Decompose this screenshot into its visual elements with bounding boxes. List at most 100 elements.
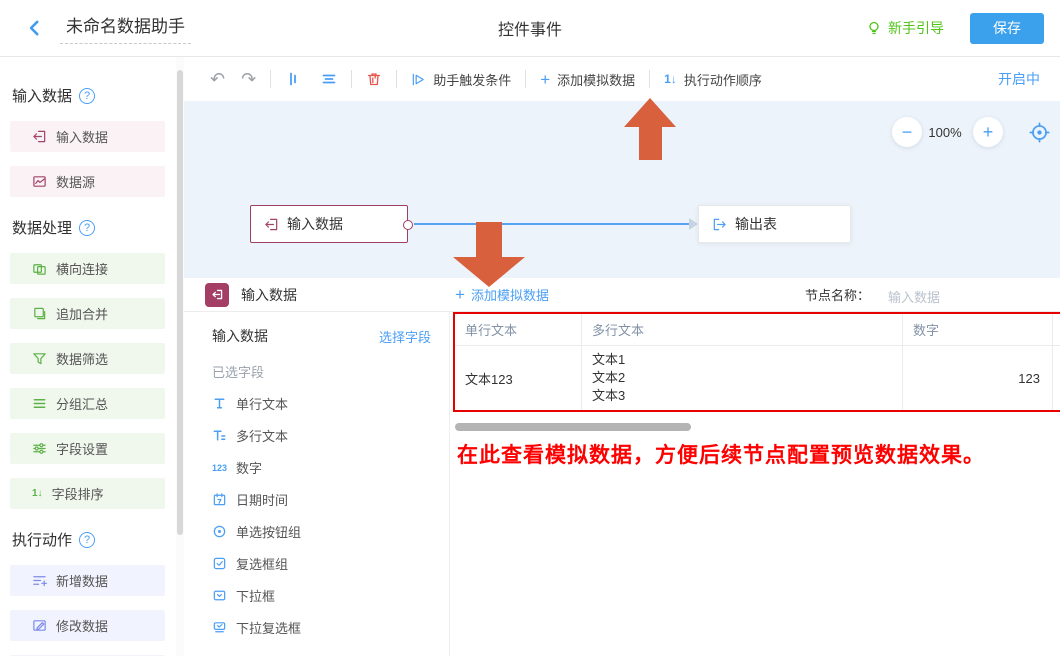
- node-output-table[interactable]: 输出表: [698, 205, 851, 243]
- table-header-row: 单行文本 多行文本 数字: [455, 314, 1060, 346]
- column-header: 单行文本: [455, 314, 582, 345]
- field-label: 复选框组: [236, 554, 288, 573]
- zoom-out-button[interactable]: −: [892, 117, 922, 147]
- field-sort-icon: 1↓: [32, 488, 43, 499]
- node-name-label: 节点名称：: [805, 285, 870, 304]
- input-data-icon: [32, 129, 47, 144]
- beginner-guide-link[interactable]: 新手引导: [866, 18, 944, 38]
- action-order-button[interactable]: 1↓ 执行动作顺序: [664, 70, 762, 89]
- field-label: 单行文本: [236, 394, 288, 413]
- plus-icon: +: [455, 286, 465, 303]
- node-config-header: 输入数据 + 添加模拟数据 节点名称：: [184, 278, 1060, 312]
- output-port[interactable]: [403, 220, 413, 230]
- cell-empty: [1053, 346, 1060, 410]
- sidebar-item-label: 字段设置: [56, 439, 108, 458]
- help-icon[interactable]: ?: [79, 532, 95, 548]
- add-mock-data-label: 添加模拟数据: [557, 70, 635, 89]
- column-header: [1053, 314, 1060, 345]
- tutorial-annotation-text: 在此查看模拟数据，方便后续节点配置预览数据效果。: [457, 439, 985, 469]
- flow-toolbar: ↶ ↷ 助手触发条件 + 添加模拟数据 1↓ 执行动作顺序 开启中: [184, 57, 1060, 101]
- field-item-checkbox-group[interactable]: 复选框组: [212, 554, 431, 573]
- sidebar-item-field-sort[interactable]: 1↓ 字段排序: [10, 478, 165, 509]
- align-vertical-icon[interactable]: [285, 71, 301, 87]
- back-chevron-icon[interactable]: [26, 19, 44, 37]
- toolbar-divider: [351, 70, 352, 88]
- sidebar-item-label: 数据筛选: [56, 349, 108, 368]
- add-mock-data-link-label: 添加模拟数据: [471, 285, 549, 304]
- zoom-level: 100%: [924, 125, 966, 140]
- data-source-icon: [32, 174, 47, 189]
- toolbar-divider: [525, 70, 526, 88]
- mock-data-table: 单行文本 多行文本 数字 文本123 文本1 文本2 文本3 123: [453, 312, 1060, 412]
- locate-icon[interactable]: [1029, 122, 1050, 143]
- save-button[interactable]: 保存: [970, 13, 1044, 44]
- sidebar-item-data-source[interactable]: 数据源: [10, 166, 165, 197]
- input-data-badge-icon: [205, 283, 229, 307]
- dropdown-icon: [212, 588, 227, 603]
- add-mock-data-link[interactable]: + 添加模拟数据: [455, 285, 549, 304]
- help-icon[interactable]: ?: [79, 88, 95, 104]
- redo-icon[interactable]: ↷: [241, 70, 256, 88]
- sidebar-item-field-settings[interactable]: 字段设置: [10, 433, 165, 464]
- zoom-in-button[interactable]: +: [973, 117, 1003, 147]
- document-title[interactable]: 未命名数据助手: [60, 12, 191, 44]
- sidebar: 输入数据 ? 输入数据 数据源 数据处理 ? 横向连接 追加合并 数据筛选: [0, 57, 184, 656]
- topbar: 未命名数据助手 控件事件 新手引导 保存: [0, 0, 1060, 57]
- group-summary-icon: [32, 396, 47, 411]
- field-item-dropdown-multi[interactable]: 下拉复选框: [212, 618, 431, 637]
- cell-number: 123: [903, 346, 1053, 410]
- checkbox-group-icon: [212, 556, 227, 571]
- select-fields-link[interactable]: 选择字段: [379, 327, 431, 346]
- toolbar-divider: [396, 70, 397, 88]
- field-item-dropdown[interactable]: 下拉框: [212, 586, 431, 605]
- radio-group-icon: [212, 524, 227, 539]
- sidebar-item-label: 字段排序: [52, 484, 104, 503]
- help-icon[interactable]: ?: [79, 220, 95, 236]
- field-item-radio-group[interactable]: 单选按钮组: [212, 522, 431, 541]
- connector-arrowhead-icon: [689, 218, 698, 230]
- delete-icon[interactable]: [366, 71, 382, 87]
- data-filter-icon: [32, 351, 47, 366]
- append-merge-icon: [32, 306, 47, 321]
- status-enabled[interactable]: 开启中: [998, 69, 1040, 89]
- horizontal-join-icon: [32, 261, 47, 276]
- node-name-input[interactable]: [886, 282, 1060, 310]
- number-icon: 123: [212, 463, 227, 473]
- sidebar-item-input-data[interactable]: 输入数据: [10, 121, 165, 152]
- sidebar-group-input-data: 输入数据 ?: [12, 85, 184, 106]
- plus-icon: +: [540, 71, 550, 88]
- sidebar-item-modify-data[interactable]: 修改数据: [10, 610, 165, 641]
- align-horizontal-icon[interactable]: [321, 71, 337, 87]
- sidebar-item-label: 分组汇总: [56, 394, 108, 413]
- field-label: 下拉框: [236, 586, 275, 605]
- trigger-condition-button[interactable]: 助手触发条件: [411, 70, 511, 89]
- sidebar-item-group-summary[interactable]: 分组汇总: [10, 388, 165, 419]
- table-horizontal-scrollbar[interactable]: [455, 423, 691, 431]
- table-row: 文本123 文本1 文本2 文本3 123: [455, 346, 1060, 410]
- multi-line-value: 文本1: [592, 351, 625, 369]
- field-item-number[interactable]: 123 数字: [212, 458, 431, 477]
- undo-icon[interactable]: ↶: [210, 70, 225, 88]
- sidebar-group-actions: 执行动作 ?: [12, 529, 184, 550]
- toolbar-divider: [270, 70, 271, 88]
- sidebar-item-append-merge[interactable]: 追加合并: [10, 298, 165, 329]
- output-table-icon: [712, 217, 727, 232]
- sidebar-scrollbar-thumb[interactable]: [177, 70, 183, 535]
- node-label: 输入数据: [287, 214, 343, 234]
- sidebar-item-data-filter[interactable]: 数据筛选: [10, 343, 165, 374]
- sidebar-item-add-data[interactable]: 新增数据: [10, 565, 165, 596]
- node-input-data[interactable]: 输入数据: [250, 205, 408, 243]
- field-item-single-line-text[interactable]: 单行文本: [212, 394, 431, 413]
- action-order-label: 执行动作顺序: [684, 70, 762, 89]
- group-label: 输入数据: [12, 85, 72, 106]
- field-item-datetime[interactable]: 日期时间: [212, 490, 431, 509]
- node-label: 输出表: [735, 214, 777, 234]
- sidebar-item-label: 修改数据: [56, 616, 108, 635]
- single-line-text-icon: [212, 396, 227, 411]
- tutorial-arrow-down: [453, 222, 525, 287]
- sidebar-item-horizontal-join[interactable]: 横向连接: [10, 253, 165, 284]
- add-mock-data-button[interactable]: + 添加模拟数据: [540, 70, 635, 89]
- field-settings-icon: [32, 441, 47, 456]
- flow-canvas[interactable]: − 100% + 输入数据 输出表: [184, 101, 1060, 278]
- field-item-multi-line-text[interactable]: 多行文本: [212, 426, 431, 445]
